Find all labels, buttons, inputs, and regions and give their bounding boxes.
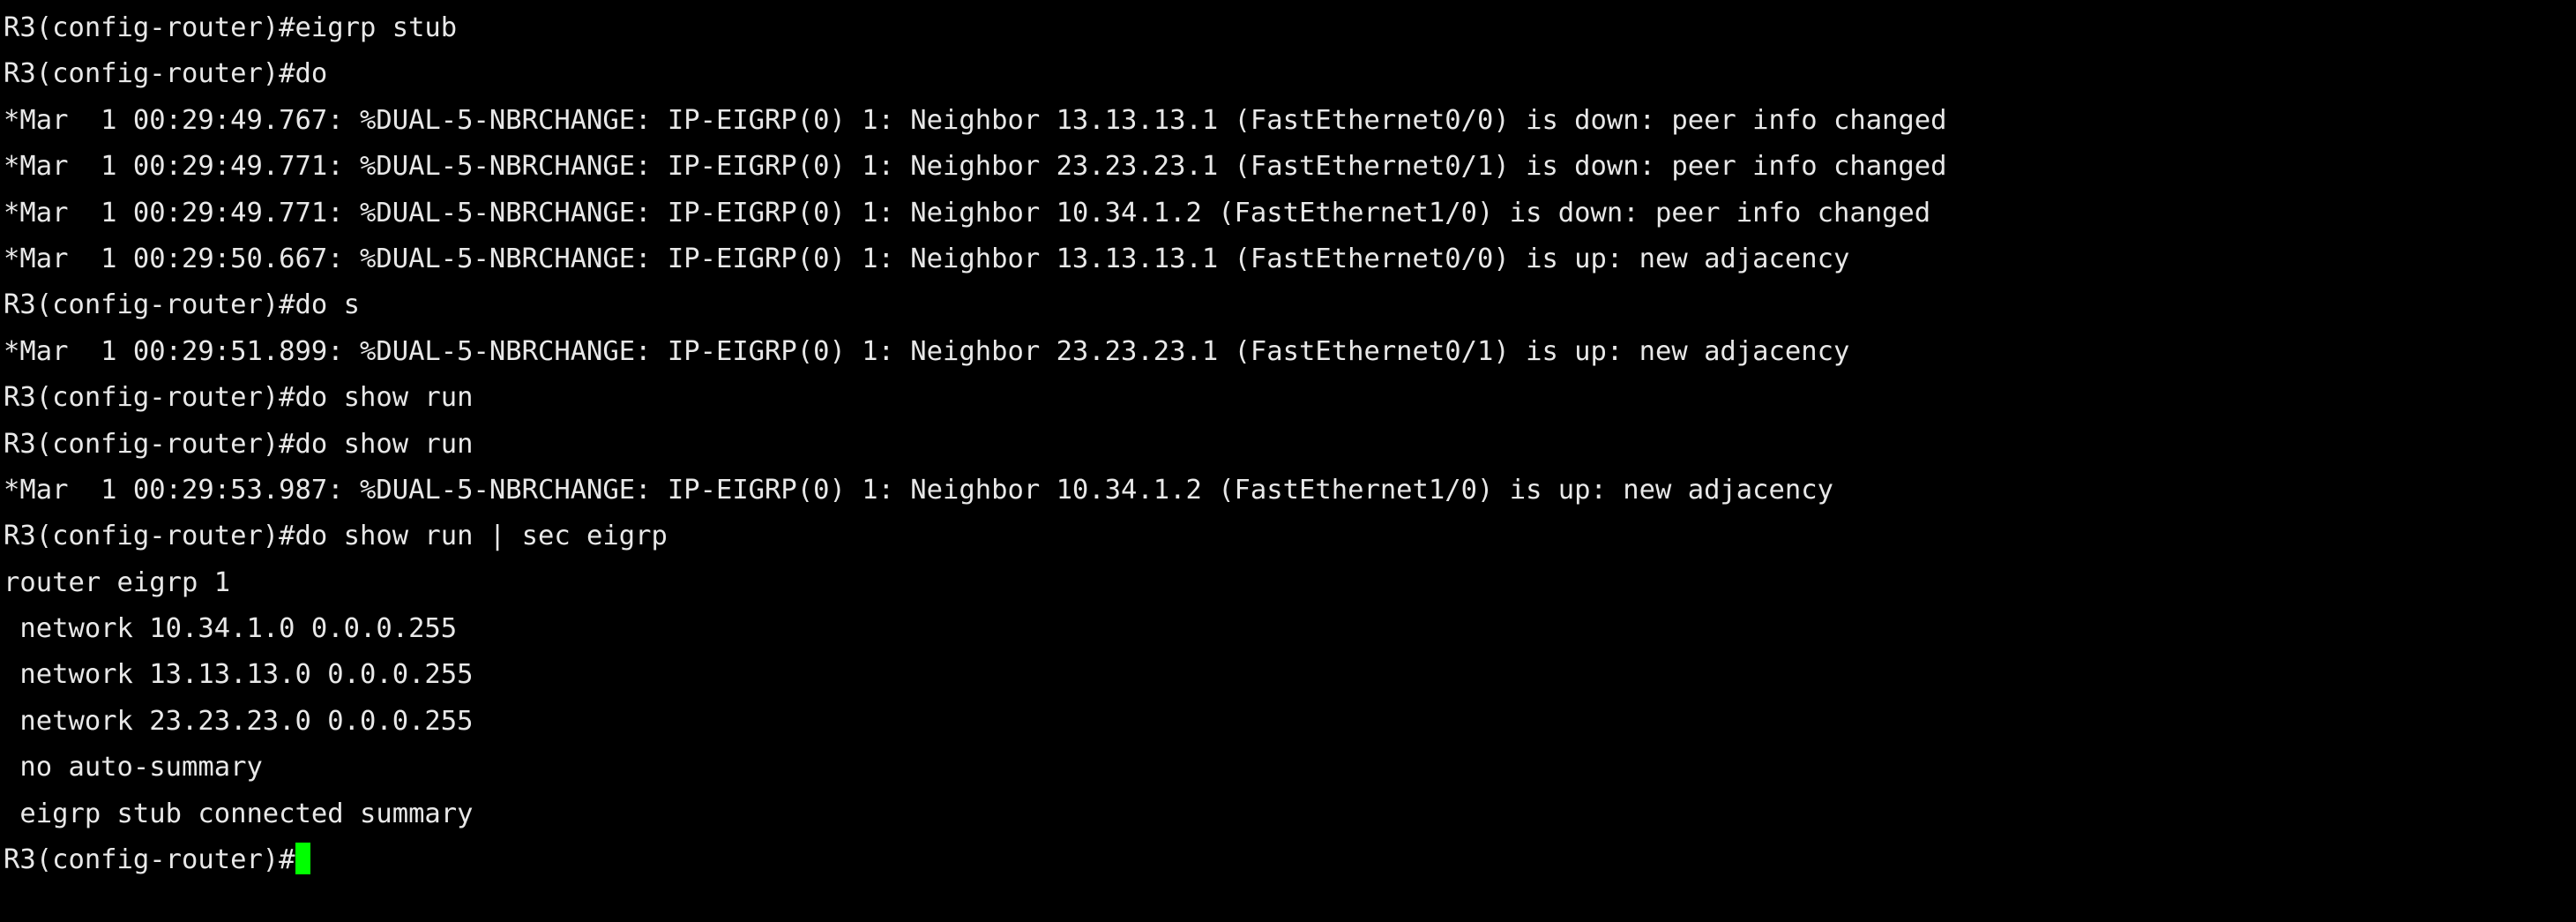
terminal-line: R3(config-router)#do s [4,282,2576,328]
terminal-line: network 10.34.1.0 0.0.0.255 [4,606,2576,652]
terminal-line: no auto-summary [4,745,2576,791]
terminal-line-text: eigrp stub connected summary [4,798,474,829]
terminal-line-text: R3(config-router)#do show run | sec eigr… [4,521,668,552]
terminal-line-text: *Mar 1 00:29:50.667: %DUAL-5-NBRCHANGE: … [4,243,1850,274]
terminal-line: *Mar 1 00:29:53.987: %DUAL-5-NBRCHANGE: … [4,468,2576,513]
terminal-line-text: *Mar 1 00:29:49.771: %DUAL-5-NBRCHANGE: … [4,151,1947,183]
terminal-line: R3(config-router)#eigrp stub [4,5,2576,51]
terminal-line-text: R3(config-router)#eigrp stub [4,12,458,43]
terminal-line-text: network 10.34.1.0 0.0.0.255 [4,613,458,645]
terminal-line-text: no auto-summary [4,752,263,783]
terminal-line: network 23.23.23.0 0.0.0.255 [4,699,2576,745]
terminal-line: network 13.13.13.0 0.0.0.255 [4,652,2576,698]
terminal-screen[interactable]: R3(config-router)#eigrp stub R3(config-ro… [0,0,2576,922]
terminal-prompt-line[interactable]: R3(config-router)# [4,837,2576,883]
terminal-line-text: R3(config-router)#do show run [4,382,474,414]
terminal-line: *Mar 1 00:29:51.899: %DUAL-5-NBRCHANGE: … [4,329,2576,375]
terminal-line: R3(config-router)#do show run [4,422,2576,468]
terminal-line: *Mar 1 00:29:50.667: %DUAL-5-NBRCHANGE: … [4,236,2576,282]
terminal-line-text: network 13.13.13.0 0.0.0.255 [4,659,474,691]
terminal-line-text: R3(config-router)#do [4,58,328,90]
terminal-line-text: *Mar 1 00:29:53.987: %DUAL-5-NBRCHANGE: … [4,474,1833,506]
terminal-line: router eigrp 1 [4,560,2576,606]
terminal-line: *Mar 1 00:29:49.771: %DUAL-5-NBRCHANGE: … [4,191,2576,236]
terminal-line: R3(config-router)#do show run [4,375,2576,421]
terminal-line-text: router eigrp 1 [4,566,231,598]
terminal-line-text: network 23.23.23.0 0.0.0.255 [4,705,474,737]
terminal-line: R3(config-router)#do [4,51,2576,97]
command-prompt: R3(config-router)# [4,844,295,876]
terminal-line-text: *Mar 1 00:29:49.771: %DUAL-5-NBRCHANGE: … [4,197,1931,229]
terminal-line: eigrp stub connected summary [4,791,2576,837]
terminal-line-text: R3(config-router)#do show run [4,428,474,460]
terminal-line-text: *Mar 1 00:29:49.767: %DUAL-5-NBRCHANGE: … [4,104,1947,136]
terminal-line: R3(config-router)#do show run | sec eigr… [4,513,2576,559]
text-cursor [295,843,310,875]
terminal-line-text: R3(config-router)#do s [4,289,360,321]
terminal-line: *Mar 1 00:29:49.767: %DUAL-5-NBRCHANGE: … [4,98,2576,144]
terminal-line-text: *Mar 1 00:29:51.899: %DUAL-5-NBRCHANGE: … [4,335,1850,367]
terminal-line: *Mar 1 00:29:49.771: %DUAL-5-NBRCHANGE: … [4,144,2576,190]
